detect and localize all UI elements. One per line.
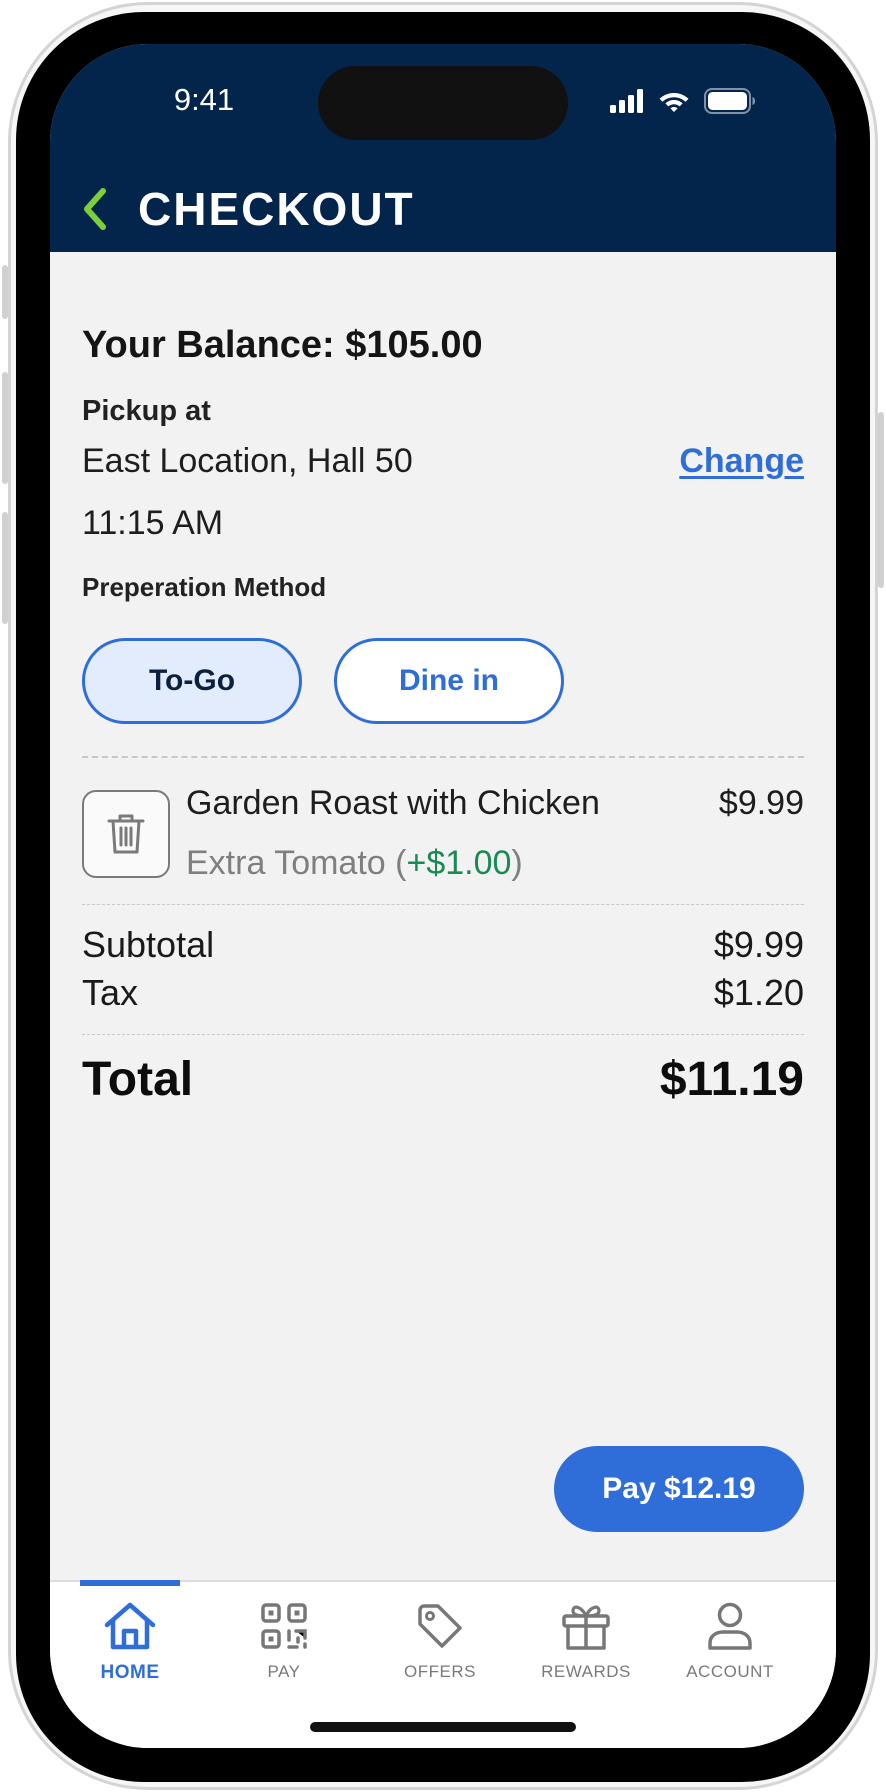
chevron-left-icon [84,188,106,230]
cart-item-name: Garden Roast with Chicken [186,784,600,822]
modifier-price: +$1.00 [406,844,512,882]
tab-account[interactable]: ACCOUNT [670,1582,790,1692]
subtotal-label: Subtotal [82,924,215,965]
cart-item-price: $9.99 [718,784,804,822]
to-go-option[interactable]: To-Go [82,638,302,724]
home-icon [104,1602,156,1650]
cart-item-modifier: Extra Tomato (+$1.00) [186,844,523,882]
tax-value: $1.20 [713,972,804,1013]
tab-home[interactable]: HOME [80,1582,180,1692]
gift-icon [562,1605,610,1650]
tax-label: Tax [82,972,139,1013]
pickup-label: Pickup at [82,395,211,427]
subtotal-row: Subtotal $9.99 [82,924,804,966]
modifier-name: Extra Tomato [186,844,386,882]
app-screen: 9:41 CHECKOUT Your Balance: $105.00 Pick… [50,44,836,1748]
pickup-time: 11:15 AM [82,504,224,542]
volume-down-button [2,512,8,624]
total-value: $11.19 [659,1053,804,1106]
dynamic-island [318,66,568,140]
balance-text: Your Balance: $105.00 [82,324,483,366]
battery-icon [704,88,755,114]
back-button[interactable] [72,182,116,236]
app-header: 9:41 CHECKOUT [50,44,836,252]
status-icons [610,86,756,116]
dine-in-option[interactable]: Dine in [334,638,564,724]
power-button [878,412,884,588]
remove-item-button[interactable] [82,790,170,878]
total-row: Total $11.19 [82,1052,804,1107]
tab-rewards-label: REWARDS [541,1662,631,1681]
pickup-location: East Location, Hall 50 [82,442,413,480]
volume-up-button [2,372,8,484]
tab-home-label: HOME [100,1662,160,1683]
tab-offers-label: OFFERS [404,1662,476,1681]
tab-pay[interactable]: PAY [234,1582,334,1692]
change-location-link[interactable]: Change [679,442,804,481]
tag-icon [418,1604,462,1648]
preparation-method-label: Preperation Method [82,572,327,602]
total-label: Total [82,1053,194,1106]
qr-code-icon [261,1603,307,1649]
trash-icon [107,814,145,854]
tab-rewards[interactable]: REWARDS [526,1582,646,1692]
tab-offers[interactable]: OFFERS [390,1582,490,1692]
page-title: CHECKOUT [138,183,415,235]
tab-pay-label: PAY [267,1662,301,1681]
divider [82,756,804,758]
cellular-signal-icon [610,89,643,113]
home-indicator[interactable] [310,1722,576,1732]
tab-account-label: ACCOUNT [686,1662,774,1681]
tax-row: Tax $1.20 [82,972,804,1014]
user-icon [708,1602,752,1650]
status-time: 9:41 [173,82,235,117]
pay-button[interactable]: Pay $12.19 [554,1446,804,1532]
silent-switch [2,265,8,319]
wifi-icon [659,93,689,112]
divider [82,904,804,905]
subtotal-value: $9.99 [713,924,804,965]
divider [82,1034,804,1035]
